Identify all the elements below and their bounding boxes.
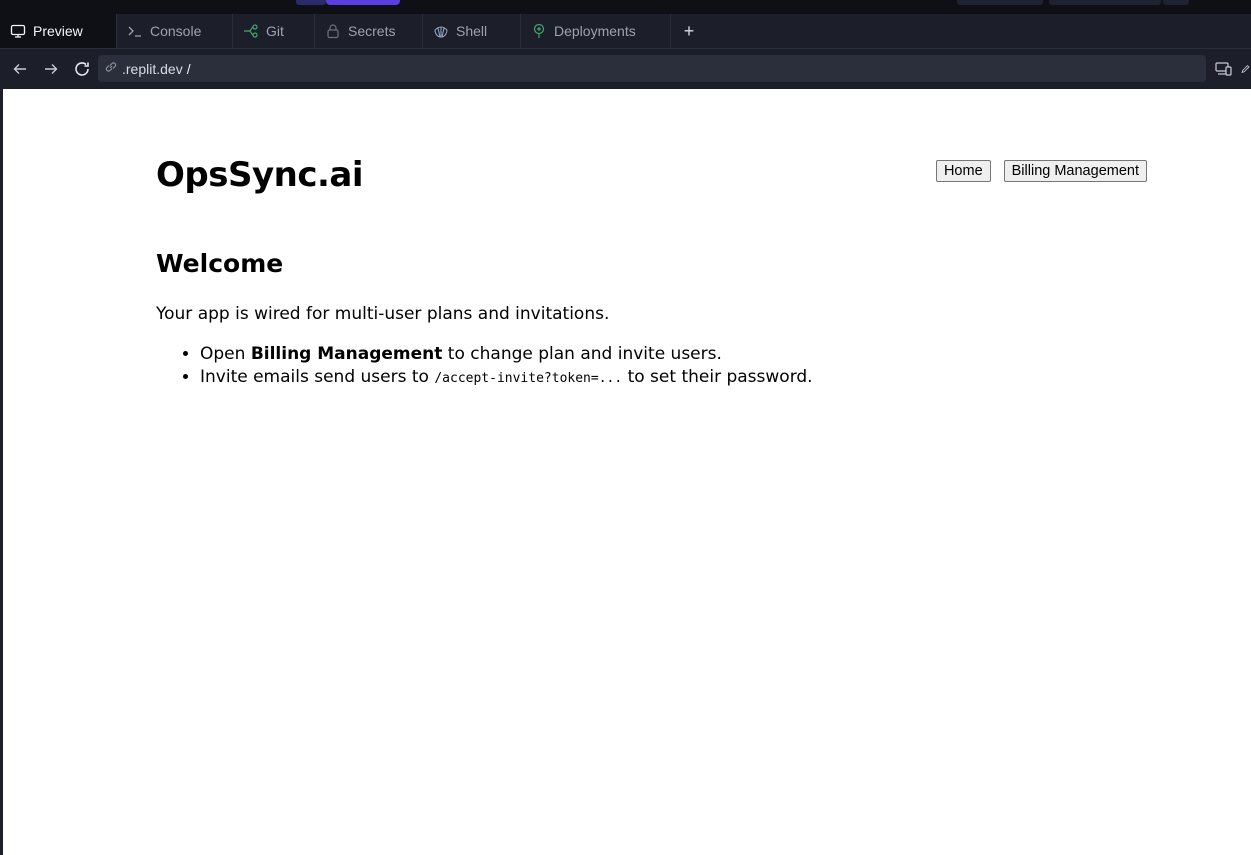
- brand-title: OpsSync.ai: [156, 155, 364, 195]
- list-item: Invite emails send users to /accept-invi…: [200, 366, 813, 390]
- link-icon: [104, 60, 118, 77]
- billing-management-button[interactable]: Billing Management: [1003, 160, 1147, 182]
- tab-label: Preview: [33, 23, 83, 39]
- arrow-right-icon: [45, 64, 58, 74]
- top-active-indicator: [326, 0, 400, 5]
- tab-git[interactable]: Git: [233, 14, 315, 48]
- list-emphasis: Billing Management: [250, 344, 443, 364]
- info-list: Open Billing Management to change plan a…: [200, 343, 813, 390]
- pencil-icon: [1241, 64, 1250, 74]
- workspace-tabbar: Preview Console Git Secrets Shell Deploy…: [0, 14, 1251, 48]
- list-text: Invite emails send users to: [200, 367, 435, 387]
- tab-secrets[interactable]: Secrets: [315, 14, 423, 48]
- lock-icon: [325, 23, 341, 39]
- reload-button[interactable]: [72, 59, 92, 79]
- tab-label: Git: [266, 23, 284, 39]
- terminal-icon: [127, 23, 143, 39]
- add-tab-button[interactable]: +: [671, 14, 707, 48]
- top-ghost-button: [1163, 0, 1189, 5]
- list-text: to change plan and invite users.: [442, 344, 722, 364]
- tab-label: Console: [150, 23, 202, 39]
- edit-button[interactable]: [1240, 59, 1251, 79]
- shell-icon: [433, 23, 449, 39]
- home-button[interactable]: Home: [935, 160, 991, 182]
- welcome-heading: Welcome: [156, 249, 284, 278]
- list-text: to set their password.: [622, 367, 813, 387]
- tab-preview[interactable]: Preview: [0, 14, 117, 48]
- arrow-left-icon: [13, 64, 26, 74]
- top-indicator: [296, 0, 326, 5]
- url-field[interactable]: .replit.dev /: [98, 55, 1206, 82]
- top-nav: Home Billing Management: [935, 160, 1147, 182]
- deploy-icon: [531, 23, 547, 39]
- monitor-icon: [10, 23, 26, 39]
- back-button[interactable]: [10, 59, 30, 79]
- tab-label: Secrets: [348, 23, 396, 39]
- forward-button[interactable]: [41, 59, 61, 79]
- url-path: /: [186, 60, 191, 77]
- devices-button[interactable]: [1214, 59, 1234, 79]
- git-branch-icon: [243, 23, 259, 39]
- list-code: /accept-invite?token=...: [434, 371, 623, 386]
- top-ghost-button: [957, 0, 1043, 5]
- tab-shell[interactable]: Shell: [423, 14, 521, 48]
- url-host: .replit.dev: [122, 60, 183, 77]
- tab-deployments[interactable]: Deployments: [521, 14, 671, 48]
- address-bar: .replit.dev /: [0, 48, 1251, 89]
- preview-viewport: OpsSync.ai Home Billing Management Welco…: [3, 89, 1251, 855]
- top-ghost-button: [1049, 0, 1161, 5]
- list-item: Open Billing Management to change plan a…: [200, 343, 813, 366]
- tab-label: Shell: [456, 23, 488, 39]
- list-text: Open: [200, 344, 251, 364]
- reload-icon: [75, 62, 89, 76]
- window-top-strip: [0, 0, 1251, 14]
- devices-icon: [1215, 62, 1232, 76]
- tab-label: Deployments: [554, 23, 636, 39]
- intro-text: Your app is wired for multi-user plans a…: [156, 304, 610, 324]
- tab-console[interactable]: Console: [117, 14, 233, 48]
